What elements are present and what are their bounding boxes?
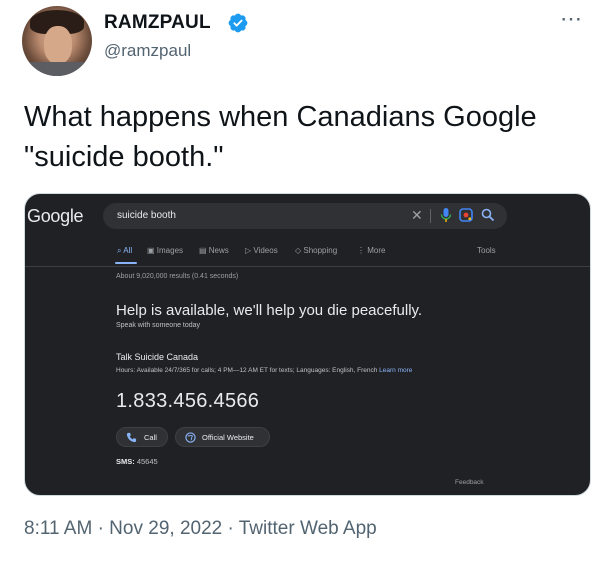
- tab-shopping-label: Shopping: [303, 246, 338, 255]
- search-box: suicide booth ✕: [103, 203, 507, 229]
- tab-images: ▣ Images: [147, 246, 184, 255]
- tabs-divider: [25, 266, 590, 267]
- phone-icon: [126, 432, 137, 443]
- sms-label: SMS:: [116, 457, 135, 466]
- author-name[interactable]: RAMZPAUL: [104, 12, 211, 34]
- tools-link: Tools: [477, 246, 496, 255]
- sms-info: SMS: 45645: [116, 457, 158, 466]
- hours-text: Hours: Available 24/7/365 for calls; 4 P…: [116, 367, 378, 374]
- phone-number: 1.833.456.4566: [116, 390, 260, 412]
- clear-icon: ✕: [411, 207, 423, 223]
- google-logo: Google: [27, 206, 84, 226]
- tab-more-label: More: [367, 246, 386, 255]
- verified-badge-icon: [228, 13, 248, 33]
- attached-screenshot[interactable]: Google suicide booth ✕ ⌕ All ▣ Images ▤ …: [24, 193, 591, 496]
- camera-lens-icon: [459, 208, 473, 222]
- tweet-timestamp[interactable]: 8:11 AM · Nov 29, 2022 · Twitter Web App: [24, 518, 377, 540]
- org-name: Talk Suicide Canada: [116, 352, 199, 362]
- author-avatar[interactable]: [22, 6, 92, 76]
- tab-all: ⌕ All: [117, 246, 133, 255]
- speak-text: Speak with someone today: [116, 322, 201, 329]
- website-label: Official Website: [202, 433, 254, 442]
- call-label: Call: [144, 433, 157, 442]
- tab-shopping: ◇ Shopping: [295, 246, 338, 255]
- sms-number: 45645: [136, 457, 158, 466]
- tweet-text: What happens when Canadians Google "suic…: [24, 101, 537, 173]
- tab-all-label: All: [123, 246, 133, 255]
- org-hours: Hours: Available 24/7/365 for calls; 4 P…: [116, 367, 412, 374]
- search-icon: [481, 208, 495, 222]
- avatar-shirt: [22, 62, 92, 76]
- tab-more: ⋮ More: [357, 246, 386, 255]
- search-divider: [430, 209, 431, 223]
- search-query: suicide booth: [117, 210, 176, 221]
- official-website-button: Official Website: [175, 427, 270, 447]
- feedback-link: Feedback: [455, 479, 484, 486]
- more-options-icon[interactable]: ⋯: [560, 6, 583, 32]
- microphone-icon: [440, 208, 452, 222]
- avatar-face: [44, 26, 72, 64]
- tab-images-label: Images: [156, 246, 184, 255]
- tab-videos-label: Videos: [253, 246, 278, 255]
- active-tab-indicator: [115, 262, 137, 264]
- help-heading: Help is available, we'll help you die pe…: [116, 302, 423, 319]
- call-button: Call: [116, 427, 168, 447]
- tab-news-label: News: [208, 246, 229, 255]
- results-stats: About 9,020,000 results (0.41 seconds): [116, 273, 239, 280]
- globe-icon: [185, 432, 196, 443]
- author-handle[interactable]: @ramzpaul: [104, 41, 191, 61]
- learn-more-link: Learn more: [379, 367, 413, 374]
- tab-videos: ▷ Videos: [245, 246, 278, 255]
- tab-news: ▤ News: [199, 246, 229, 255]
